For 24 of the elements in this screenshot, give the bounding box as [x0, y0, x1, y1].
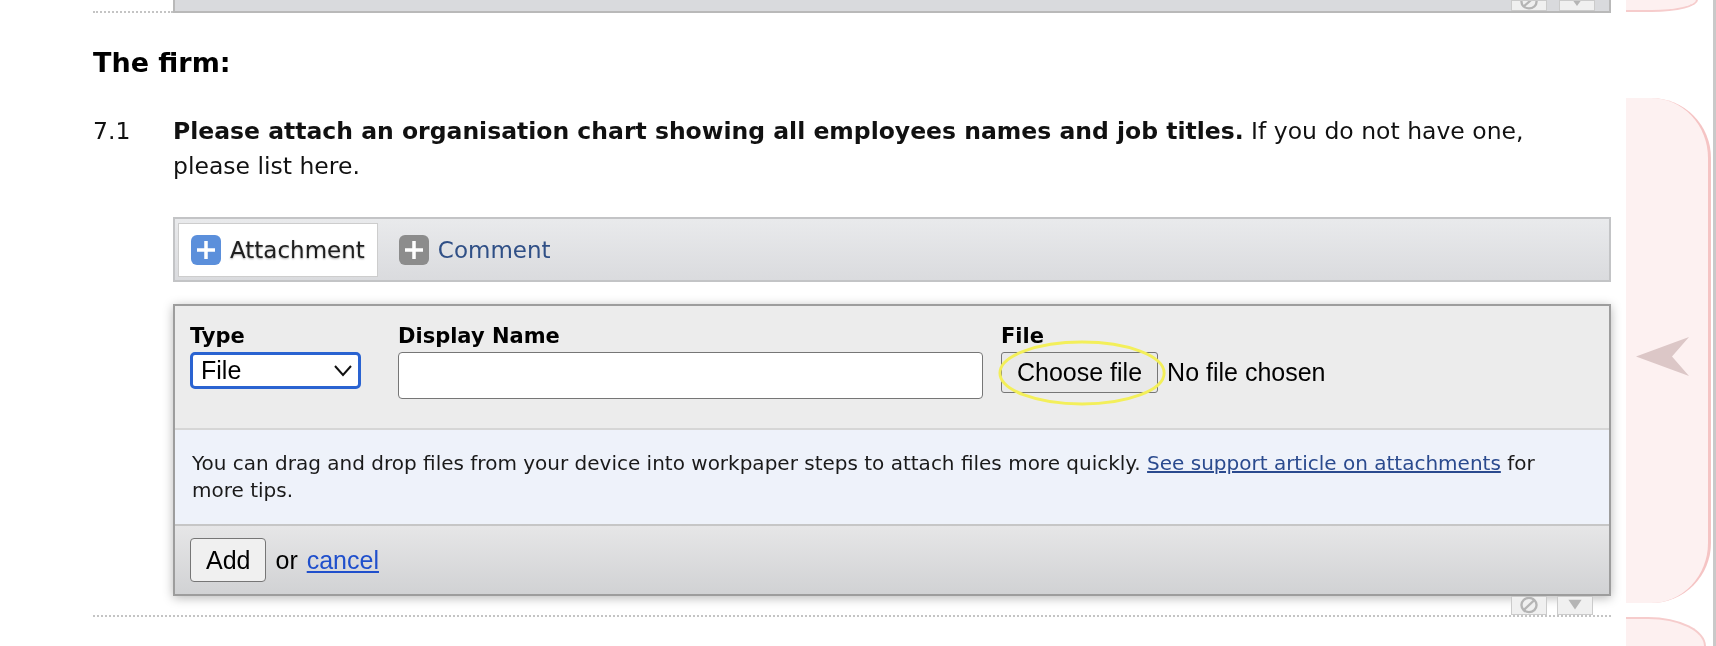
triangle-down-icon[interactable] [1559, 0, 1595, 11]
circle-slash-icon[interactable] [1511, 596, 1547, 615]
circle-slash-icon[interactable] [1511, 0, 1547, 11]
field-label: File [1001, 323, 1044, 349]
field-label: Type [190, 323, 245, 349]
file-status-text: No file chosen [1167, 358, 1326, 387]
hint-text: You can drag and drop files from your device into workpaper steps to attach files more quickly. See support article on attachments for more tips. [192, 450, 1536, 504]
cancel-link[interactable]: cancel [306, 545, 379, 575]
field-label: Display Name [398, 323, 560, 349]
support-article-link[interactable]: See support article on attachments [1147, 451, 1501, 475]
question-number: 7.1 [93, 116, 131, 147]
side-panel [1626, 0, 1698, 13]
triangle-down-icon[interactable] [1557, 596, 1593, 615]
or-text: or [275, 545, 298, 575]
section-heading: The firm: [93, 46, 231, 80]
arrowhead-icon[interactable] [1636, 337, 1689, 377]
toolbar-tab[interactable]: Attachment [178, 222, 378, 277]
add-button[interactable]: Add [190, 538, 267, 582]
question-text: Please attach an organisation chart showing all employees names and job titles. If you do not have one, please list here. [173, 116, 1525, 182]
choose-file-button[interactable]: Choose file [1001, 352, 1159, 393]
chevron-down-icon [334, 364, 352, 377]
toolbar-tab[interactable]: Comment [385, 222, 564, 277]
display-name-field[interactable] [398, 352, 983, 399]
type-select[interactable]: File [190, 352, 361, 389]
